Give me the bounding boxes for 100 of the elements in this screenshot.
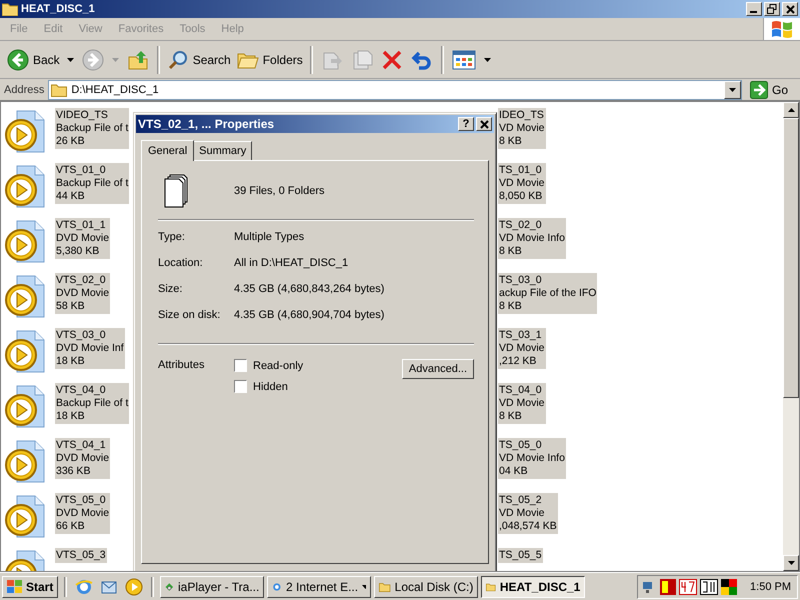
file-count: 39 Files, 0 Folders (234, 185, 324, 197)
za-icon[interactable] (660, 578, 676, 594)
file-size: 8 KB (499, 245, 523, 258)
file-label[interactable]: TS_02_0 VD Movie Info 8 KB (498, 218, 566, 259)
file-size: ,048,574 KB (499, 520, 557, 533)
checkbox-label[interactable]: Hidden (253, 380, 288, 392)
file-size: 18 KB (56, 410, 86, 423)
file-label[interactable]: TS_03_0 ackup File of the IFO 8 KB (498, 273, 598, 314)
meter-icon[interactable] (700, 578, 718, 594)
property-value: Multiple Types (234, 231, 304, 245)
file-size: 66 KB (56, 520, 86, 533)
file-name: IDEO_TS (499, 109, 545, 122)
close-button[interactable] (782, 2, 798, 16)
file-type: Backup File of t (56, 177, 128, 190)
file-name: VTS_03_0 (56, 329, 107, 342)
window-title: HEAT_DISC_1 (21, 3, 96, 15)
taskbar-button[interactable]: Local Disk (C:) (374, 576, 478, 598)
restore-button[interactable] (764, 2, 780, 16)
file-type: VD Movie (499, 507, 546, 520)
file-label[interactable]: TS_03_1 VD Movie ,212 KB (498, 328, 546, 369)
delete-icon[interactable] (380, 48, 403, 70)
folders-button[interactable]: Folders (234, 48, 306, 72)
file-type: VD Movie Info (499, 452, 565, 465)
views-icon[interactable] (452, 50, 476, 70)
file-type: Backup File of t (56, 122, 128, 135)
minimize-button[interactable] (746, 2, 762, 16)
file-label[interactable]: IDEO_TS VD Movie 8 KB (498, 108, 546, 149)
file-label[interactable]: TS_04_0 VD Movie 8 KB (498, 383, 546, 424)
file-name: TS_02_0 (499, 219, 543, 232)
file-type: DVD Movie (56, 452, 110, 465)
caret-icon (112, 58, 119, 62)
file-label[interactable]: TS_05_2 VD Movie ,048,574 KB (498, 493, 558, 534)
folder-icon (51, 82, 68, 96)
file-label[interactable]: VTS_02_0 DVD Movie 58 KB (55, 273, 110, 314)
file-name: TS_03_1 (499, 329, 543, 342)
windows-logo-icon (7, 580, 23, 594)
taskbar-button[interactable]: iaPlayer - Tra... (160, 576, 264, 598)
file-label[interactable]: VTS_01_0 Backup File of t 44 KB (55, 163, 130, 204)
file-label[interactable]: TS_05_0 VD Movie Info 04 KB (498, 438, 566, 479)
tab[interactable]: General (141, 140, 194, 161)
file-type: VD Movie (499, 342, 545, 355)
file-label[interactable]: VTS_01_1 DVD Movie 5,380 KB (55, 218, 110, 259)
search-button[interactable]: Search (164, 46, 234, 72)
checkbox-label[interactable]: Read-only (253, 360, 304, 372)
search-icon (166, 48, 189, 70)
dropdown-button[interactable] (724, 80, 741, 98)
flag-icon[interactable] (721, 578, 738, 594)
scroll-up-icon[interactable] (788, 108, 794, 112)
dialog-title: VTS_02_1, ... Properties (138, 117, 276, 131)
file-name: TS_01_0 (499, 164, 543, 177)
file-name: TS_04_0 (499, 384, 543, 397)
temperature-icon[interactable] (679, 578, 698, 594)
file-label[interactable]: VTS_03_0 DVD Movie Inf 18 KB (55, 328, 125, 369)
file-label[interactable]: VTS_04_1 DVD Movie 336 KB (55, 438, 110, 479)
file-size: 8,050 KB (499, 190, 544, 203)
taskbar-button[interactable]: 2 Internet E... (267, 576, 372, 598)
file-type: DVD Movie (56, 507, 110, 520)
file-type: VD Movie (499, 122, 545, 135)
file-name: VTS_05_0 (56, 494, 107, 507)
tab[interactable]: Summary (193, 141, 252, 160)
file-size: 58 KB (56, 300, 86, 313)
property-label: Size on disk: (158, 309, 222, 323)
go-button[interactable]: Go (746, 80, 796, 98)
scroll-down-icon[interactable] (788, 561, 794, 565)
file-label[interactable]: VTS_05_3 (55, 548, 107, 563)
checkbox[interactable] (234, 380, 247, 393)
clock: 1:50 PM (750, 580, 791, 592)
address-field[interactable]: D:\HEAT_DISC_1 (48, 80, 742, 100)
file-type: VD Movie (499, 177, 545, 190)
play-icon[interactable] (125, 578, 144, 596)
close-button[interactable] (476, 117, 492, 131)
file-label[interactable]: VIDEO_TS Backup File of t 26 KB (55, 108, 130, 149)
caret-icon (484, 58, 491, 62)
file-label[interactable]: TS_01_0 VD Movie 8,050 KB (498, 163, 546, 204)
file-size: 336 KB (56, 465, 92, 478)
file-name: VTS_01_0 (56, 164, 107, 177)
checkbox[interactable] (234, 359, 247, 372)
advanced-button[interactable]: Advanced... (402, 359, 474, 379)
attributes-label: Attributes (158, 359, 206, 371)
close-icon (786, 4, 794, 14)
file-size: 04 KB (499, 465, 529, 478)
taskbar-button[interactable]: HEAT_DISC_1 (481, 576, 586, 598)
property-label: Location: (158, 257, 204, 271)
file-size: 44 KB (56, 190, 86, 203)
file-name: TS_05_2 (499, 494, 543, 507)
file-type: DVD Movie (56, 287, 110, 300)
file-size: 26 KB (56, 135, 86, 148)
file-label[interactable]: VTS_05_0 DVD Movie 66 KB (55, 493, 110, 534)
browser-icon[interactable] (75, 578, 94, 596)
file-name: TS_03_0 (499, 274, 543, 287)
back-button[interactable]: Back (4, 46, 63, 72)
file-label[interactable]: TS_05_5 (498, 548, 543, 563)
start-button[interactable]: Start (2, 576, 58, 598)
file-size: 5,380 KB (56, 245, 100, 258)
file-name: VTS_02_0 (56, 274, 107, 287)
vertical-scrollbar[interactable] (783, 102, 799, 571)
folder-icon (2, 2, 18, 16)
go-arrow-icon (750, 80, 768, 98)
help-button[interactable]: ? (458, 117, 474, 131)
file-label[interactable]: VTS_04_0 Backup File of t 18 KB (55, 383, 130, 424)
